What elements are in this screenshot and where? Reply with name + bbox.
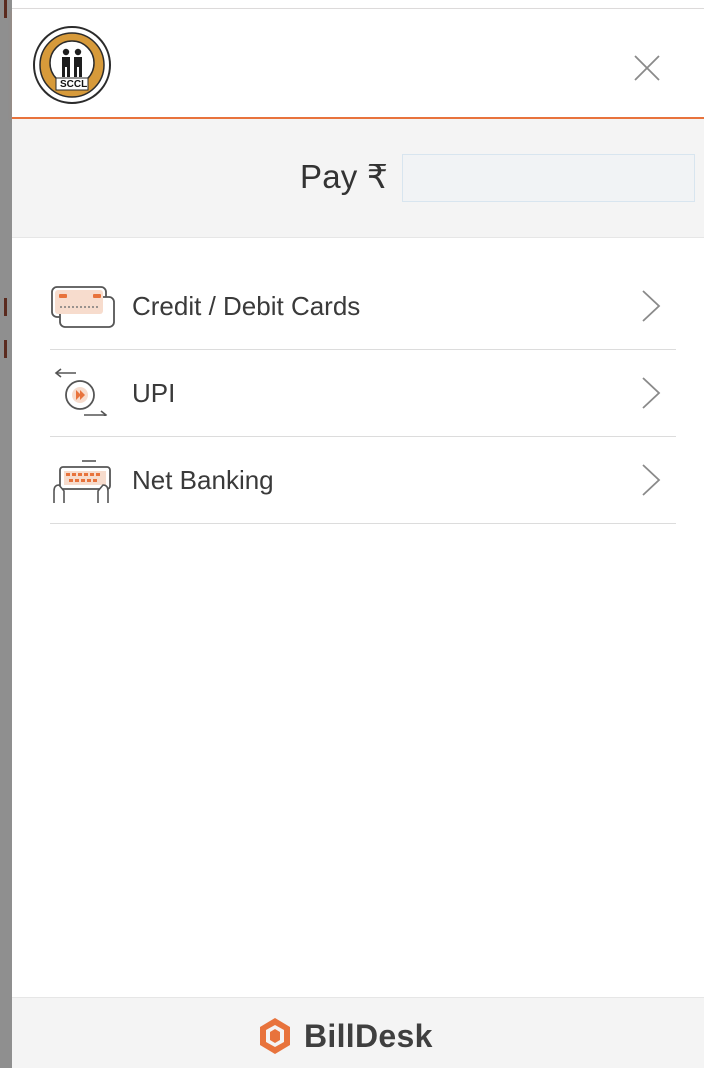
edge-mark: [4, 0, 7, 18]
sccl-logo-icon: [33, 26, 111, 104]
net-banking-icon: [53, 460, 111, 503]
pay-bar: Pay ₹: [12, 119, 704, 238]
chevron-right-icon: [642, 377, 661, 409]
logo-text: SCCL: [60, 79, 88, 90]
brand-name: BillDesk: [304, 1017, 433, 1054]
edge-mark: [4, 340, 7, 358]
method-label: UPI: [132, 378, 176, 408]
background-window-edge: [0, 0, 12, 1068]
modal-header: SCCL: [12, 9, 704, 119]
payment-methods-list: Credit / Debit Cards UPI Net Banking: [50, 263, 676, 524]
edge-mark: [4, 298, 7, 316]
page: SCCL Pay ₹ Credit / Debit Cards UPI Net …: [0, 0, 704, 1068]
chevron-right-icon: [642, 464, 661, 496]
method-label: Credit / Debit Cards: [132, 291, 361, 321]
billdesk-brand: BillDesk: [258, 1016, 433, 1056]
payment-modal: SCCL Pay ₹ Credit / Debit Cards UPI Net …: [12, 8, 704, 1068]
close-icon[interactable]: [632, 53, 662, 83]
amount-input[interactable]: [402, 154, 695, 202]
card-icon: [51, 286, 115, 328]
modal-footer: BillDesk: [12, 997, 704, 1068]
method-upi[interactable]: UPI: [50, 350, 676, 437]
method-credit-debit-cards[interactable]: Credit / Debit Cards: [50, 263, 676, 350]
upi-icon: [54, 368, 108, 416]
method-net-banking[interactable]: Net Banking: [50, 437, 676, 524]
method-label: Net Banking: [132, 465, 274, 495]
pay-label: Pay ₹: [300, 158, 389, 195]
chevron-right-icon: [642, 290, 661, 322]
billdesk-logo-icon: [260, 1018, 290, 1054]
